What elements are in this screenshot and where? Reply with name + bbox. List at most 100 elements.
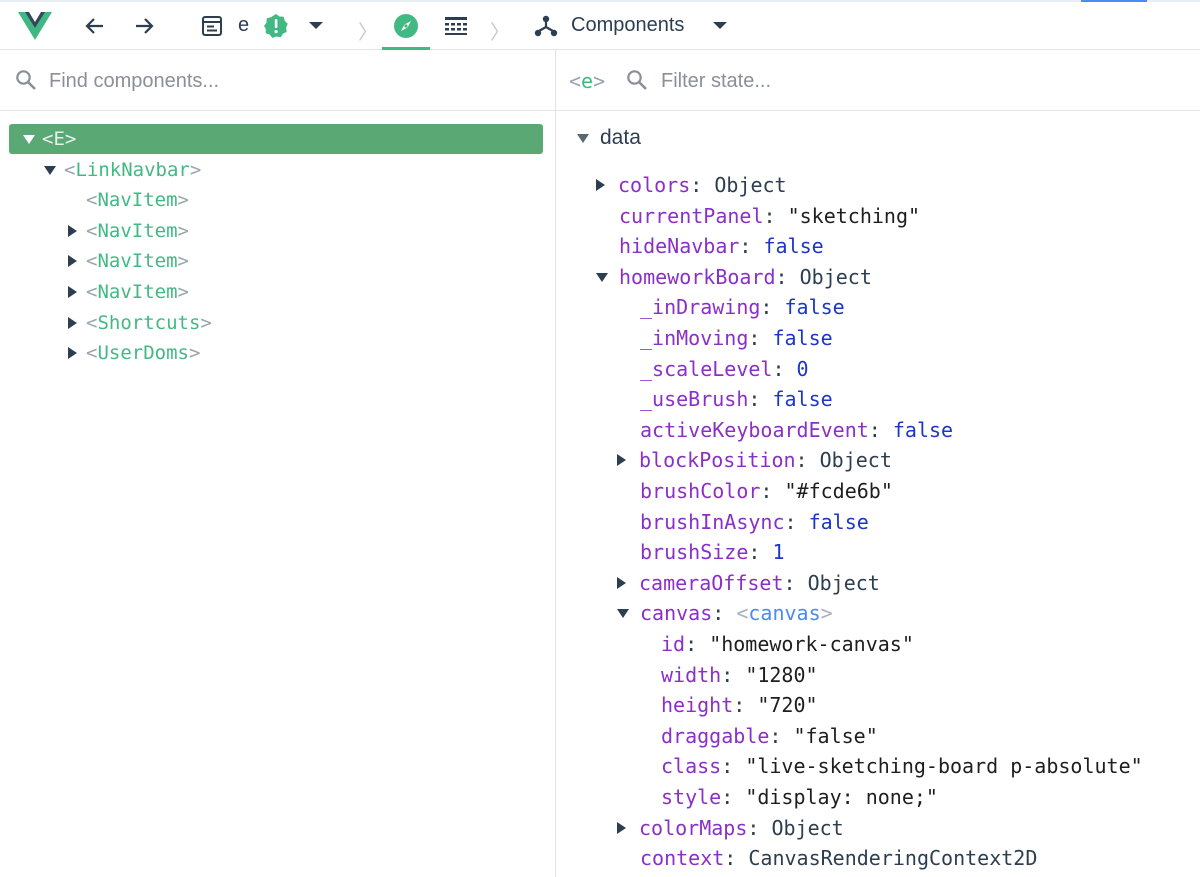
timeline-icon[interactable] <box>443 14 469 38</box>
state-row-height[interactable]: height: "720" <box>661 690 818 720</box>
tree-row[interactable]: < NavItem > <box>86 185 189 215</box>
state-value[interactable]: false <box>785 295 845 319</box>
state-row-context[interactable]: context: CanvasRenderingContext2D <box>640 843 1037 873</box>
expand-arrow-icon[interactable] <box>617 454 626 466</box>
state-row-homeworkboard[interactable]: homeworkBoard: Object <box>596 262 872 292</box>
state-row-indrawing[interactable]: _inDrawing: false <box>640 292 845 322</box>
tag-bracket: > <box>177 189 189 211</box>
expand-arrow-icon[interactable] <box>68 347 77 359</box>
colon: : <box>772 357 797 381</box>
tree-row[interactable]: < NavItem > <box>68 277 189 307</box>
forward-arrow-icon[interactable] <box>131 13 157 39</box>
compass-icon[interactable] <box>393 13 419 39</box>
back-arrow-icon[interactable] <box>82 13 108 39</box>
state-value[interactable]: "#fcde6b" <box>785 479 893 503</box>
components-dropdown-icon[interactable] <box>710 16 730 36</box>
expand-arrow-icon[interactable] <box>68 286 77 298</box>
app-window-icon[interactable] <box>200 14 224 38</box>
tree-row[interactable]: < UserDoms > <box>68 338 200 368</box>
state-value[interactable]: false <box>893 418 953 442</box>
component-name: E <box>53 128 65 150</box>
tag-bracket: < <box>86 220 98 242</box>
data-section-header[interactable]: data <box>577 123 641 153</box>
tag-bracket: < <box>86 281 98 303</box>
section-title: data <box>600 126 641 149</box>
colon: : <box>775 265 800 289</box>
toolbar-separator: 〉 <box>358 20 378 44</box>
expand-arrow-icon[interactable] <box>596 179 605 191</box>
state-value[interactable]: "1280" <box>745 663 817 687</box>
state-row-inmoving[interactable]: _inMoving: false <box>640 323 833 353</box>
vue-logo-icon <box>18 11 52 41</box>
colon: : <box>760 295 785 319</box>
tree-row[interactable]: < NavItem > <box>68 216 189 246</box>
state-value[interactable]: "sketching" <box>788 204 920 228</box>
state-row-currentpanel[interactable]: currentPanel: "sketching" <box>619 201 920 231</box>
state-filter-bar: <e> <box>556 50 1200 111</box>
component-name: Shortcuts <box>97 312 201 334</box>
state-key: currentPanel <box>619 204 764 228</box>
component-name: NavItem <box>97 220 178 242</box>
state-row-brushinasync[interactable]: brushInAsync: false <box>640 507 869 537</box>
state-row-canvas[interactable]: canvas: <canvas> <box>617 598 833 628</box>
state-value: CanvasRenderingContext2D <box>748 846 1038 870</box>
state-value[interactable]: "homework-canvas" <box>709 632 914 656</box>
tree-row[interactable]: < LinkNavbar > <box>44 155 201 185</box>
state-value[interactable]: "display: none;" <box>745 785 938 809</box>
state-row-brushcolor[interactable]: brushColor: "#fcde6b" <box>640 476 893 506</box>
expand-arrow-icon[interactable] <box>68 317 77 329</box>
collapse-arrow-icon[interactable] <box>577 133 589 143</box>
components-tab-label[interactable]: Components <box>571 14 684 37</box>
tag-bracket: < <box>736 601 749 625</box>
state-key: cameraOffset <box>639 571 784 595</box>
state-value[interactable]: false <box>772 326 832 350</box>
state-value[interactable]: false <box>809 510 869 534</box>
filter-state-input[interactable] <box>661 68 1161 94</box>
collapse-arrow-icon[interactable] <box>23 134 35 144</box>
state-value[interactable]: 0 <box>797 357 809 381</box>
state-row-blockposition[interactable]: blockPosition: Object <box>617 445 892 475</box>
component-name: NavItem <box>97 281 178 303</box>
collapse-arrow-icon[interactable] <box>617 608 629 618</box>
state-row-cameraoffset[interactable]: cameraOffset: Object <box>617 568 880 598</box>
state-value[interactable]: "live-sketching-board p-absolute" <box>745 754 1142 778</box>
state-row-class[interactable]: class: "live-sketching-board p-absolute" <box>661 751 1143 781</box>
app-selector-label[interactable]: e <box>238 14 249 37</box>
collapse-arrow-icon[interactable] <box>596 272 608 282</box>
expand-arrow-icon[interactable] <box>68 255 77 267</box>
state-row-hidenavbar[interactable]: hideNavbar: false <box>619 231 824 261</box>
state-row-colors[interactable]: colors: Object <box>596 170 787 200</box>
tree-row-selected[interactable]: < E > <box>9 124 543 154</box>
find-components-input[interactable] <box>49 68 529 94</box>
state-value[interactable]: false <box>764 234 824 258</box>
state-row-usebrush[interactable]: _useBrush: false <box>640 384 833 414</box>
selected-component-tag: <e> <box>569 69 605 93</box>
state-row-draggable[interactable]: draggable: "false" <box>661 721 878 751</box>
state-row-style[interactable]: style: "display: none;" <box>661 782 938 812</box>
state-value[interactable]: "720" <box>757 693 817 717</box>
expand-arrow-icon[interactable] <box>617 577 626 589</box>
component-name: LinkNavbar <box>75 159 190 181</box>
state-row-id[interactable]: id: "homework-canvas" <box>661 629 914 659</box>
state-value[interactable]: "false" <box>793 724 877 748</box>
components-tree-icon[interactable] <box>533 13 559 39</box>
expand-arrow-icon[interactable] <box>617 822 626 834</box>
colon: : <box>739 234 764 258</box>
collapse-arrow-icon[interactable] <box>44 165 56 175</box>
expand-arrow-icon[interactable] <box>68 225 77 237</box>
state-row-colormaps[interactable]: colorMaps: Object <box>617 813 844 843</box>
tag-bracket: > <box>200 312 212 334</box>
state-value-element[interactable]: <canvas> <box>736 601 832 625</box>
app-dropdown-icon[interactable] <box>306 16 326 36</box>
colon: : <box>783 571 808 595</box>
state-row-activekeyboardevent[interactable]: activeKeyboardEvent: false <box>640 415 953 445</box>
state-row-width[interactable]: width: "1280" <box>661 660 818 690</box>
tree-row[interactable]: < Shortcuts > <box>68 308 212 338</box>
state-row-scalelevel[interactable]: _scaleLevel: 0 <box>640 354 809 384</box>
state-value[interactable]: false <box>772 387 832 411</box>
state-value: Object <box>799 265 872 289</box>
state-value[interactable]: 1 <box>772 540 784 564</box>
state-row-brushsize[interactable]: brushSize: 1 <box>640 537 785 567</box>
state-key: canvas <box>640 601 713 625</box>
tree-row[interactable]: < NavItem > <box>68 246 189 276</box>
